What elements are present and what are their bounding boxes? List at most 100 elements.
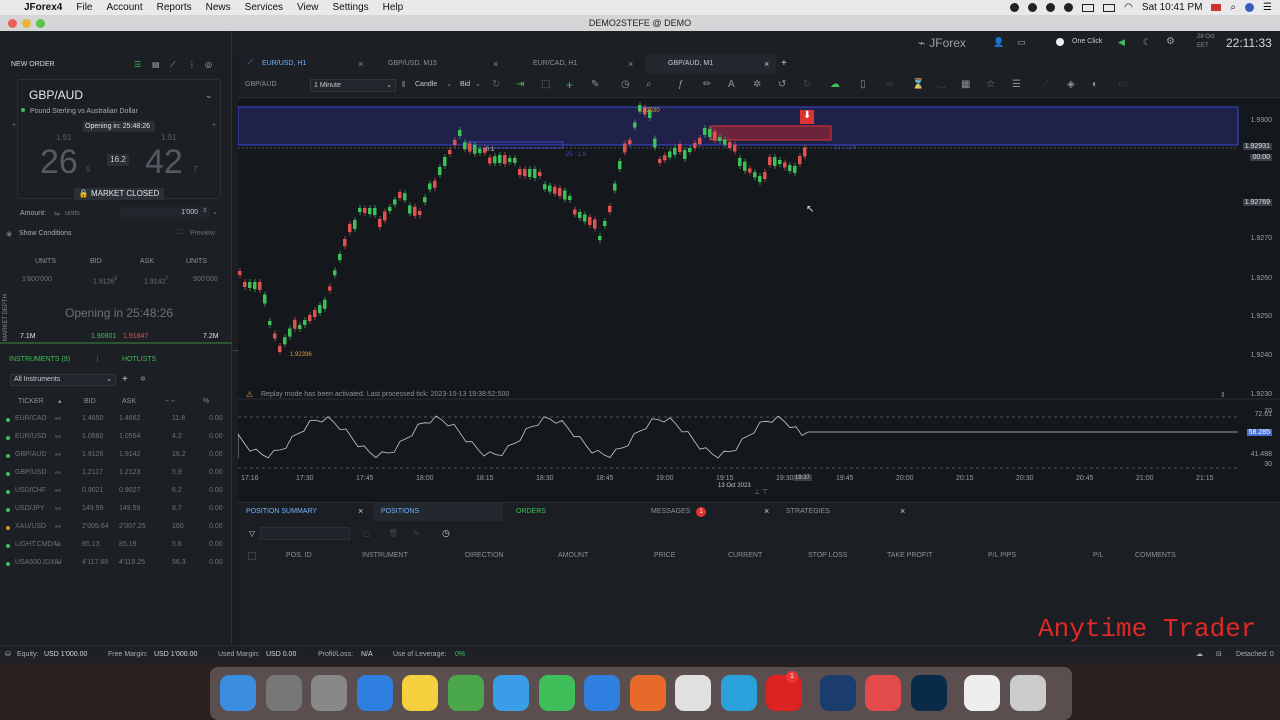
amount-input[interactable]: 1'000 ⇕ (120, 207, 210, 219)
one-click-toggle[interactable] (1056, 38, 1064, 46)
instrument-name[interactable]: GBP/AUD (29, 88, 83, 102)
select-all-checkbox[interactable] (248, 552, 256, 560)
menu-file[interactable]: File (76, 2, 92, 13)
user-icon[interactable]: 👤 (993, 37, 1004, 48)
print-icon[interactable]: ▭ (1118, 79, 1127, 90)
redo-icon[interactable]: ↻ (803, 79, 811, 90)
anydesk-icon[interactable] (865, 675, 901, 711)
instrument-ask[interactable]: 85.19 (119, 541, 137, 548)
detach-icon[interactable]: ⊟ (1216, 650, 1222, 658)
telegram-icon[interactable] (720, 675, 757, 711)
instrument-bid[interactable]: 0.9021 (82, 487, 103, 494)
tab-eurusd-h1[interactable]: EUR/USD, H1 (262, 54, 306, 74)
clock-icon[interactable]: ◷ (621, 79, 630, 90)
expand-icon[interactable]: ⇕ (1220, 391, 1226, 399)
quicktime-icon[interactable] (819, 675, 856, 711)
instrument-ticker[interactable]: XAU/USD (15, 523, 46, 530)
close-tab-icon[interactable]: × (628, 54, 633, 74)
buy-button-icon[interactable]: + (212, 122, 216, 129)
price-chart[interactable]: 1.93030 1.92396 0.1 25 : 1.9 21.7 1.9 ⬇ … (238, 98, 1280, 502)
instrument-bid[interactable]: 85.13 (82, 541, 100, 548)
instrument-ask[interactable]: 1.4662 (119, 415, 140, 422)
menu-account[interactable]: Account (106, 2, 142, 13)
chevron-down-icon[interactable]: ⌄ (205, 90, 213, 101)
notes-icon[interactable] (402, 675, 438, 711)
instrument-ask[interactable]: 149.59 (119, 505, 140, 512)
messages-icon[interactable] (493, 675, 529, 711)
instrument-change[interactable]: 0.00 (209, 487, 223, 494)
menu-services[interactable]: Services (245, 2, 283, 13)
instruments-more-icon[interactable]: ⋮ (94, 355, 101, 363)
instrument-ask[interactable]: 1.2123 (119, 469, 140, 476)
positions-search-input[interactable] (260, 527, 350, 540)
indicators-icon[interactable]: ƒ (678, 79, 684, 90)
tab-orders[interactable]: ORDERS (516, 508, 546, 515)
trade-entry-icon[interactable]: ⇥ (516, 79, 524, 90)
sync-status-icon[interactable] (1064, 3, 1074, 12)
tab-strategies[interactable]: STRATEGIES (786, 508, 830, 515)
firefox-icon[interactable] (629, 675, 666, 711)
menu-extras-icon[interactable] (1103, 3, 1116, 12)
text-tool-icon[interactable]: A (728, 79, 735, 90)
sell-button-icon[interactable]: + (12, 122, 16, 129)
delete-icon[interactable]: 🗑 (388, 529, 398, 538)
keyboard-icon[interactable] (1082, 3, 1095, 12)
menu-reports[interactable]: Reports (157, 2, 192, 13)
tab-position-summary[interactable]: POSITION SUMMARY (246, 508, 317, 515)
instrument-bid[interactable]: 149.59 (82, 505, 103, 512)
amount-dropdown-icon[interactable]: ⌄ (212, 208, 218, 216)
record-icon[interactable] (1010, 3, 1020, 12)
app-store-icon[interactable] (584, 675, 620, 711)
chart-icon[interactable]: ⟋ (170, 60, 176, 70)
show-conditions[interactable]: Show Conditions (19, 230, 72, 237)
period-select[interactable]: 1 Minute ⌄ (310, 79, 396, 92)
crosshair-icon[interactable]: + (566, 78, 573, 92)
instrument-ticker[interactable]: EUR/USD (15, 433, 47, 440)
instrument-spread[interactable]: 4.2 (172, 433, 182, 440)
list-view-icon[interactable]: ☰ (134, 60, 141, 69)
tab-gbpaud-m1[interactable]: GBP/AUD, M1 (668, 54, 713, 74)
lock-icon[interactable]: ▢ (363, 529, 371, 538)
flag-icon[interactable] (1211, 4, 1222, 11)
chevron-down-icon[interactable]: ⌄ (446, 80, 452, 88)
instrument-bid[interactable]: 1.0560 (82, 433, 103, 440)
instrument-ask[interactable]: 2'007.25 (119, 523, 146, 530)
user-switch-icon[interactable] (1245, 3, 1255, 12)
instrument-ask[interactable]: 4'118.25 (119, 559, 145, 566)
system-preferences-icon[interactable] (311, 675, 347, 711)
instrument-ticker[interactable]: EUR/CAD (15, 415, 47, 422)
instrument-ticker[interactable]: USD/JPY (15, 505, 45, 512)
instrument-change[interactable]: 0.00 (209, 505, 223, 512)
positions-col-0[interactable]: POS. ID (286, 552, 312, 559)
menu-settings[interactable]: Settings (333, 2, 369, 13)
instrument-bid[interactable]: 1.2117 (82, 469, 103, 476)
instrument-ticker[interactable]: LIGHT.CMD/U (15, 541, 60, 548)
pencil-icon[interactable]: ✏ (703, 79, 711, 90)
positions-col-1[interactable]: INSTRUMENT (362, 552, 408, 559)
side-select[interactable]: Bid (460, 81, 470, 88)
tab-gbpusd-m15[interactable]: GBP/USD, M15 (388, 54, 437, 74)
control-center-icon[interactable]: ☰ (1263, 2, 1272, 13)
data-icon[interactable]: ▯ (860, 79, 866, 90)
tab-instruments[interactable]: INSTRUMENTS (9) (9, 356, 70, 363)
instrument-spread[interactable]: 6.2 (172, 487, 182, 494)
refresh-icon[interactable]: ↻ (492, 79, 500, 90)
sell-button[interactable]: 1.91 26 5 (20, 133, 112, 187)
instrument-filter-select[interactable]: All Instruments ⌄ (10, 374, 116, 386)
instrument-bid[interactable]: 1.4650 (82, 415, 103, 422)
documents-icon[interactable] (964, 675, 1000, 711)
stepper-icon[interactable]: ⇕ (202, 207, 207, 214)
close-tab-icon[interactable]: × (493, 54, 498, 74)
close-tab-icon[interactable]: × (358, 506, 363, 516)
instrument-spread[interactable]: 160 (172, 523, 184, 530)
positions-col-5[interactable]: CURRENT (728, 552, 762, 559)
app-menu[interactable]: JForex4 (24, 2, 62, 13)
minimize-window-icon[interactable] (22, 19, 31, 28)
col-bid[interactable]: BID (84, 398, 96, 405)
tab-messages[interactable]: MESSAGES (651, 508, 690, 515)
instrument-change[interactable]: 0.00 (209, 451, 223, 458)
trend-icon[interactable]: ⟋ (1042, 79, 1049, 90)
zoom-icon[interactable]: ⌕ (646, 79, 652, 90)
undo-icon[interactable]: ↺ (778, 79, 786, 90)
calendar-icon[interactable]: ▦ (961, 79, 970, 90)
